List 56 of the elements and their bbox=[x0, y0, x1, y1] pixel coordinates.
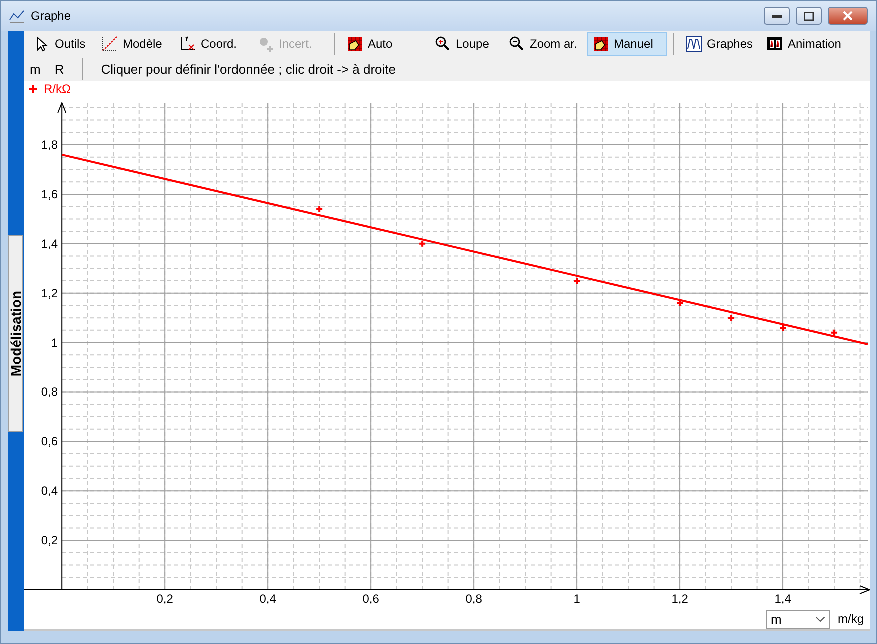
tick-label: 1,6 bbox=[41, 187, 58, 202]
toolbar-button[interactable]: Coord. bbox=[174, 32, 250, 56]
film-icon bbox=[767, 36, 784, 52]
tick-label: 1 bbox=[574, 592, 580, 606]
zoom-in-icon bbox=[435, 36, 451, 52]
unit-label: m/kg bbox=[838, 612, 864, 628]
data-point bbox=[779, 324, 788, 332]
toolbar-button[interactable]: Zoom ar. bbox=[503, 32, 585, 56]
tick-label: 1,2 bbox=[672, 592, 688, 606]
tick-label: 1,4 bbox=[774, 592, 792, 606]
tick-label: 0,8 bbox=[466, 592, 482, 606]
toolbar-button[interactable]: Auto bbox=[341, 32, 427, 56]
line-chart-icon bbox=[102, 36, 118, 52]
minimize-button[interactable] bbox=[764, 7, 790, 25]
cross-icon bbox=[28, 84, 38, 94]
toolbar-button[interactable]: Modèle bbox=[96, 32, 172, 56]
variable-select[interactable]: m bbox=[766, 610, 830, 629]
chart-icon bbox=[9, 8, 25, 24]
point-plus-icon bbox=[258, 36, 274, 52]
tick-label: 0,6 bbox=[41, 434, 58, 449]
axes-icon bbox=[180, 36, 196, 52]
tick-label: 1,4 bbox=[41, 236, 58, 251]
toolbar-button[interactable]: Manuel bbox=[587, 32, 667, 56]
variable-tab[interactable]: R bbox=[54, 62, 64, 76]
data-point bbox=[418, 240, 427, 248]
hint-text: Cliquer pour définir l'ordonnée ; clic droit -> à droite bbox=[101, 62, 396, 76]
window-title: Graphe bbox=[31, 9, 72, 23]
data-point bbox=[316, 205, 324, 214]
axis-label: R/kΩ bbox=[44, 82, 71, 96]
toolbar-button[interactable]: Loupe bbox=[429, 32, 501, 56]
tick-label: 1 bbox=[51, 336, 58, 350]
tick-label: 1,2 bbox=[41, 286, 58, 300]
tick-label: 1,8 bbox=[41, 138, 58, 152]
toolbar-button[interactable]: Outils bbox=[28, 32, 94, 56]
chevron-icon bbox=[816, 617, 825, 622]
close-icon bbox=[843, 11, 853, 21]
tick-label: 0,4 bbox=[260, 592, 276, 606]
tick-label: 0,2 bbox=[41, 534, 58, 548]
data-point bbox=[676, 299, 684, 308]
close-button[interactable] bbox=[828, 7, 868, 25]
minimize-icon bbox=[772, 14, 782, 18]
side-tab[interactable]: Modélisation bbox=[8, 235, 23, 432]
tick-label: 0,6 bbox=[362, 592, 380, 606]
toolbar-button[interactable]: Animation bbox=[761, 32, 848, 56]
data-point bbox=[728, 314, 736, 322]
zoom-out-icon bbox=[509, 36, 525, 52]
tick-label: 0,2 bbox=[156, 592, 174, 606]
maximize-button[interactable] bbox=[796, 7, 822, 25]
tick-label: 0,4 bbox=[41, 484, 58, 498]
data-point bbox=[830, 328, 839, 337]
toolbar-button[interactable]: Graphes bbox=[680, 32, 760, 56]
wave-chart-icon bbox=[686, 36, 702, 52]
data-point bbox=[573, 277, 582, 285]
maximize-icon bbox=[804, 12, 814, 20]
tick-label: 0,8 bbox=[41, 385, 58, 400]
variable-tab[interactable]: m bbox=[30, 62, 41, 76]
